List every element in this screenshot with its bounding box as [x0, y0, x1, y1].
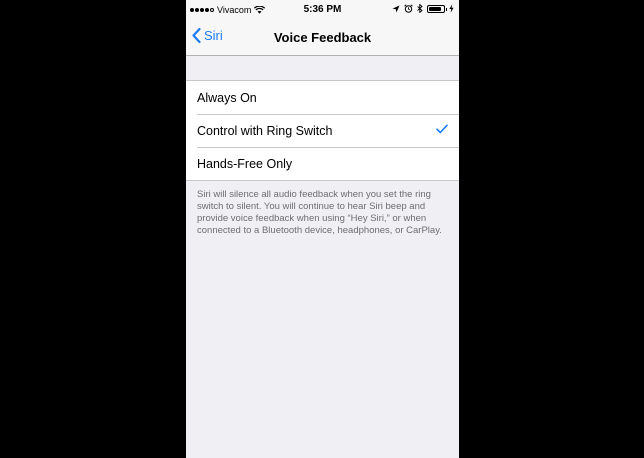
- option-label: Always On: [197, 90, 257, 105]
- charging-bolt-icon: [449, 4, 454, 13]
- option-label: Control with Ring Switch: [197, 123, 333, 138]
- option-hands-free-only[interactable]: Hands-Free Only: [186, 147, 459, 180]
- location-arrow-icon: [392, 5, 400, 12]
- screen-backdrop: Vivacom 5:36 PM Siri Voice Feedback Alwa…: [0, 0, 644, 458]
- voice-feedback-options: Always On Control with Ring Switch Hands…: [186, 80, 459, 181]
- footer-description: Siri will silence all audio feedback whe…: [197, 189, 442, 236]
- status-right: [392, 4, 454, 13]
- phone-screen: Vivacom 5:36 PM Siri Voice Feedback Alwa…: [186, 0, 459, 458]
- navigation-bar: Siri Voice Feedback: [186, 20, 459, 56]
- bluetooth-icon: [417, 4, 423, 13]
- page-title: Voice Feedback: [273, 30, 372, 45]
- battery-icon: [427, 4, 447, 13]
- checkmark-icon: [436, 124, 448, 134]
- option-always-on[interactable]: Always On: [186, 81, 459, 114]
- alarm-clock-icon: [404, 4, 413, 13]
- option-label: Hands-Free Only: [197, 156, 293, 171]
- battery-level: [429, 6, 441, 11]
- status-bar: Vivacom 5:36 PM: [186, 0, 459, 20]
- option-control-with-ring-switch[interactable]: Control with Ring Switch: [186, 114, 459, 147]
